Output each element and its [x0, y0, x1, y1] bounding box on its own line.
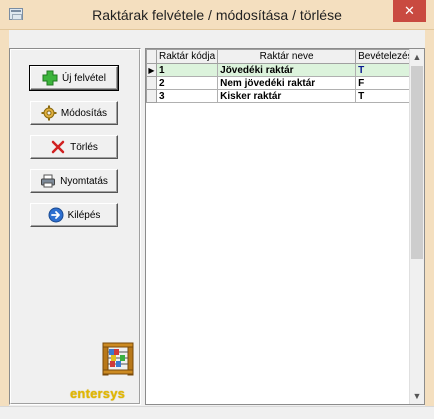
print-button[interactable]: Nyomtatás: [30, 169, 118, 193]
cell-code[interactable]: 2: [155, 76, 219, 90]
printer-icon: [40, 173, 56, 189]
warehouse-grid[interactable]: Raktár kódja Raktár neve Bevételezés ▶ 1…: [145, 48, 425, 405]
row-indicator: [146, 89, 157, 103]
cell-intake[interactable]: T: [355, 89, 416, 103]
cell-code[interactable]: 1: [155, 63, 219, 77]
new-record-button[interactable]: Új felvétel: [29, 65, 119, 91]
row-indicator-header: [146, 49, 157, 64]
scrollbar-thumb[interactable]: [411, 66, 423, 259]
column-header-code[interactable]: Raktár kódja: [155, 49, 219, 64]
window-frame-left: [0, 30, 9, 406]
close-button[interactable]: ✕: [393, 0, 426, 22]
button-panel: Új felvétel Módosítás Törlés Nyomtatás K: [9, 48, 141, 405]
exit-button[interactable]: Kilépés: [30, 203, 118, 227]
modify-button[interactable]: Módosítás: [30, 101, 118, 125]
title-bar: Raktárak felvétele / módosítása / törlés…: [0, 0, 434, 30]
brand-logo-text: entersys: [70, 386, 126, 401]
delete-button[interactable]: Törlés: [30, 135, 118, 159]
column-header-name[interactable]: Raktár neve: [217, 49, 357, 64]
status-bar: [0, 406, 434, 419]
green-plus-icon: [42, 70, 58, 86]
table-header-row: Raktár kódja Raktár neve Bevételezés: [146, 49, 416, 64]
scroll-up-icon[interactable]: ▲: [410, 50, 424, 64]
cell-code[interactable]: 3: [155, 89, 219, 103]
cell-name[interactable]: Jövedéki raktár: [217, 63, 357, 77]
cell-intake[interactable]: F: [355, 76, 416, 90]
table-row[interactable]: 2 Nem jövedéki raktár F: [146, 76, 416, 90]
new-record-label: Új felvétel: [62, 72, 106, 84]
abacus-logo-icon: [101, 341, 135, 377]
modify-label: Módosítás: [60, 107, 108, 119]
gear-icon: [41, 105, 57, 121]
table-row[interactable]: 3 Kisker raktár T: [146, 89, 416, 103]
cell-intake[interactable]: T: [355, 63, 416, 77]
cell-name[interactable]: Kisker raktár: [217, 89, 357, 103]
cell-name[interactable]: Nem jövedéki raktár: [217, 76, 357, 90]
current-row-indicator-icon: ▶: [146, 63, 157, 77]
warehouse-table: Raktár kódja Raktár neve Bevételezés ▶ 1…: [146, 49, 416, 103]
delete-label: Törlés: [70, 141, 98, 153]
exit-label: Kilépés: [67, 209, 101, 221]
scroll-down-icon[interactable]: ▼: [410, 389, 424, 403]
print-label: Nyomtatás: [60, 175, 108, 187]
form-body: Új felvétel Módosítás Törlés Nyomtatás K: [9, 30, 425, 406]
red-x-icon: [50, 139, 66, 155]
table-row[interactable]: ▶ 1 Jövedéki raktár T: [146, 63, 416, 77]
column-header-intake[interactable]: Bevételezés: [355, 49, 416, 64]
vertical-scrollbar[interactable]: ▲ ▼: [409, 49, 424, 404]
blue-arrow-icon: [48, 207, 64, 223]
row-indicator: [146, 76, 157, 90]
window-title: Raktárak felvétele / módosítása / törlés…: [92, 7, 342, 23]
window-frame-right: [425, 30, 434, 406]
